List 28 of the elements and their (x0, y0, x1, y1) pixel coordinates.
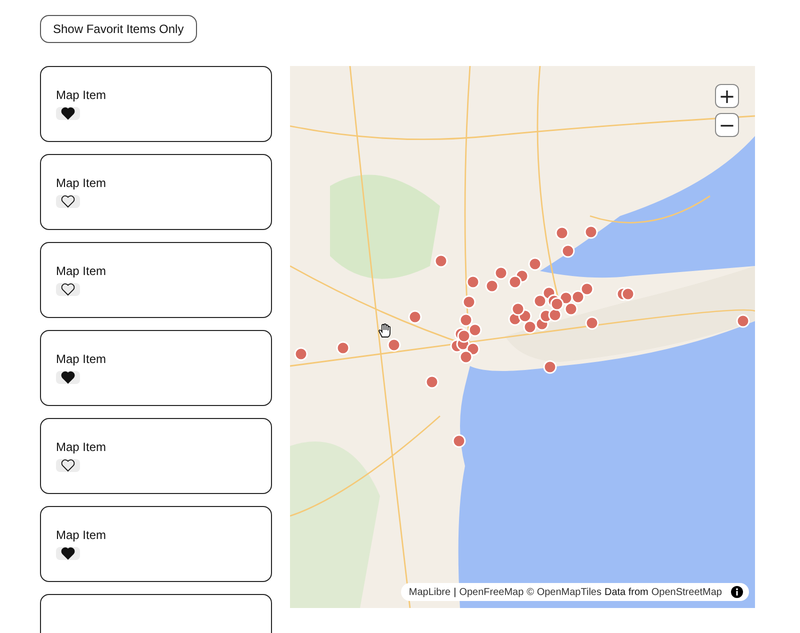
favorite-button[interactable] (56, 107, 80, 120)
heart-icon (61, 107, 75, 120)
favorite-button[interactable] (56, 195, 80, 208)
item-title: Map Item (56, 264, 106, 278)
item-title: Map Item (56, 352, 106, 366)
favorite-button[interactable] (56, 547, 80, 560)
attribution-text: Data from (604, 586, 648, 598)
favorite-button[interactable] (56, 283, 80, 296)
attribution-link[interactable]: © OpenMapTiles (526, 586, 602, 598)
favorite-button[interactable] (56, 371, 80, 384)
info-icon[interactable] (731, 586, 743, 598)
item-title: Map Item (56, 176, 106, 190)
attribution-link[interactable]: OpenFreeMap (459, 586, 524, 598)
attribution-link[interactable]: MapLibre (408, 586, 451, 598)
attribution-link[interactable]: OpenStreetMap (651, 586, 722, 598)
zoom-out-button[interactable]: − (715, 113, 739, 137)
heart-icon (61, 195, 75, 208)
item-title: Map Item (56, 88, 106, 102)
zoom-in-button[interactable]: + (715, 84, 739, 108)
item-title: Map Item (56, 528, 106, 542)
item-title: Map Item (56, 440, 106, 454)
heart-icon (61, 283, 75, 296)
heart-icon (61, 459, 75, 472)
attribution-text: | (454, 586, 456, 598)
heart-icon (61, 547, 75, 560)
favorite-button[interactable] (56, 459, 80, 472)
show-favorites-button[interactable]: Show Favorit Items Only (40, 15, 197, 43)
heart-icon (61, 371, 75, 384)
